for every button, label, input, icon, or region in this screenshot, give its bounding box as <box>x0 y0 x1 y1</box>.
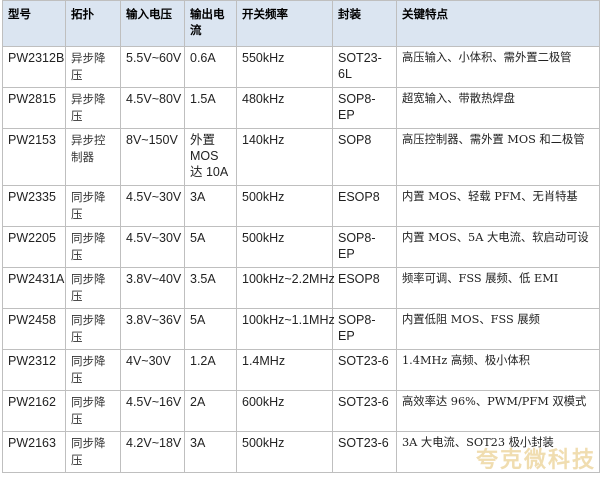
table-row: PW2205 同步降压 4.5V~30V 5A 500kHz SOP8-EP 内… <box>2 226 600 268</box>
cell-package: SOP8-EP <box>332 226 397 268</box>
cell-output-current: 3.5A <box>184 267 237 309</box>
cell-frequency: 100kHz~2.2MHz <box>236 267 335 309</box>
cell-frequency: 500kHz <box>236 226 333 268</box>
cell-features: 内置 MOS、轻载 PFM、无肖特基 <box>396 185 600 227</box>
table-row: PW2335 同步降压 4.5V~30V 3A 500kHz ESOP8 内置 … <box>2 185 600 227</box>
table-row: PW2163 同步降压 4.2V~18V 3A 500kHz SOT23-6 3… <box>2 431 600 473</box>
cell-package: ESOP8 <box>332 185 397 227</box>
cell-input-voltage: 5.5V~60V <box>120 46 185 88</box>
cell-model: PW2163 <box>2 431 66 473</box>
cell-features: 内置低阻 MOS、FSS 展频 <box>396 308 600 350</box>
cell-frequency: 600kHz <box>236 390 333 432</box>
cell-frequency: 140kHz <box>236 128 333 186</box>
cell-model: PW2162 <box>2 390 66 432</box>
cell-features: 1.4MHz 高频、极小体积 <box>396 349 600 391</box>
cell-topology: 同步降压 <box>65 431 121 473</box>
spec-table: 型号 拓扑 输入电压 输出电流 开关频率 封装 关键特点 PW2312B 异步降… <box>2 0 600 473</box>
cell-features: 高效率达 96%、PWM/PFM 双模式 <box>396 390 600 432</box>
cell-features: 高压控制器、需外置 MOS 和二极管 <box>396 128 600 186</box>
header-key-features: 关键特点 <box>396 0 600 47</box>
cell-output-current: 5A <box>184 226 237 268</box>
cell-output-current: 5A <box>184 308 237 350</box>
cell-input-voltage: 3.8V~40V <box>120 267 185 309</box>
cell-package: SOP8-EP <box>332 308 397 350</box>
cell-model: PW2312 <box>2 349 66 391</box>
cell-model: PW2431A <box>2 267 66 309</box>
cell-model: PW2312B <box>2 46 66 88</box>
cell-output-current: 外置 MOS 达 10A <box>184 128 237 186</box>
table-row: PW2162 同步降压 4.5V~16V 2A 600kHz SOT23-6 高… <box>2 390 600 432</box>
header-row: 型号 拓扑 输入电压 输出电流 开关频率 封装 关键特点 <box>2 0 600 47</box>
table-row: PW2153 异步控制器 8V~150V 外置 MOS 达 10A 140kHz… <box>2 128 600 186</box>
cell-frequency: 480kHz <box>236 87 333 129</box>
cell-frequency: 100kHz~1.1MHz <box>236 308 335 350</box>
cell-input-voltage: 4V~30V <box>120 349 185 391</box>
cell-output-current: 3A <box>184 431 237 473</box>
cell-features: 频率可调、FSS 展频、低 EMI <box>396 267 600 309</box>
cell-topology: 异步控制器 <box>65 128 121 186</box>
cell-model: PW2335 <box>2 185 66 227</box>
cell-topology: 同步降压 <box>65 226 121 268</box>
cell-package: SOT23-6 <box>332 390 397 432</box>
cell-topology: 同步降压 <box>65 308 121 350</box>
cell-topology: 同步降压 <box>65 185 121 227</box>
header-package: 封装 <box>332 0 397 47</box>
cell-model: PW2205 <box>2 226 66 268</box>
cell-input-voltage: 4.5V~80V <box>120 87 185 129</box>
cell-topology: 同步降压 <box>65 349 121 391</box>
table-row: PW2431A 同步降压 3.8V~40V 3.5A 100kHz~2.2MHz… <box>2 267 600 309</box>
cell-topology: 异步降压 <box>65 87 121 129</box>
cell-input-voltage: 4.2V~18V <box>120 431 185 473</box>
cell-frequency: 550kHz <box>236 46 333 88</box>
cell-package: ESOP8 <box>332 267 397 309</box>
table-row: PW2815 异步降压 4.5V~80V 1.5A 480kHz SOP8-EP… <box>2 87 600 129</box>
cell-topology: 同步降压 <box>65 390 121 432</box>
cell-model: PW2153 <box>2 128 66 186</box>
header-topology: 拓扑 <box>65 0 121 47</box>
cell-frequency: 500kHz <box>236 431 333 473</box>
cell-topology: 同步降压 <box>65 267 121 309</box>
header-input-voltage: 输入电压 <box>120 0 185 47</box>
cell-features: 高压输入、小体积、需外置二极管 <box>396 46 600 88</box>
cell-input-voltage: 4.5V~30V <box>120 226 185 268</box>
cell-frequency: 500kHz <box>236 185 333 227</box>
cell-topology: 异步降压 <box>65 46 121 88</box>
cell-features: 超宽输入、带散热焊盘 <box>396 87 600 129</box>
cell-output-current: 1.5A <box>184 87 237 129</box>
cell-features: 3A 大电流、SOT23 极小封装 <box>396 431 600 473</box>
cell-output-current: 0.6A <box>184 46 237 88</box>
cell-output-current: 1.2A <box>184 349 237 391</box>
cell-package: SOT23-6 <box>332 349 397 391</box>
cell-package: SOP8-EP <box>332 87 397 129</box>
cell-package: SOT23-6 <box>332 431 397 473</box>
cell-model: PW2815 <box>2 87 66 129</box>
cell-output-current: 2A <box>184 390 237 432</box>
table-row: PW2312 同步降压 4V~30V 1.2A 1.4MHz SOT23-6 1… <box>2 349 600 391</box>
cell-package: SOT23-6L <box>332 46 397 88</box>
cell-model: PW2458 <box>2 308 66 350</box>
cell-input-voltage: 4.5V~30V <box>120 185 185 227</box>
header-model: 型号 <box>2 0 66 47</box>
cell-package: SOP8 <box>332 128 397 186</box>
spec-table-container: 型号 拓扑 输入电压 输出电流 开关频率 封装 关键特点 PW2312B 异步降… <box>2 0 600 473</box>
table-row: PW2312B 异步降压 5.5V~60V 0.6A 550kHz SOT23-… <box>2 46 600 88</box>
header-output-current: 输出电流 <box>184 0 237 47</box>
cell-features: 内置 MOS、5A 大电流、软启动可设 <box>396 226 600 268</box>
cell-output-current: 3A <box>184 185 237 227</box>
cell-frequency: 1.4MHz <box>236 349 333 391</box>
cell-input-voltage: 3.8V~36V <box>120 308 185 350</box>
cell-input-voltage: 4.5V~16V <box>120 390 185 432</box>
table-row: PW2458 同步降压 3.8V~36V 5A 100kHz~1.1MHz SO… <box>2 308 600 350</box>
header-switch-frequency: 开关频率 <box>236 0 333 47</box>
cell-input-voltage: 8V~150V <box>120 128 185 186</box>
